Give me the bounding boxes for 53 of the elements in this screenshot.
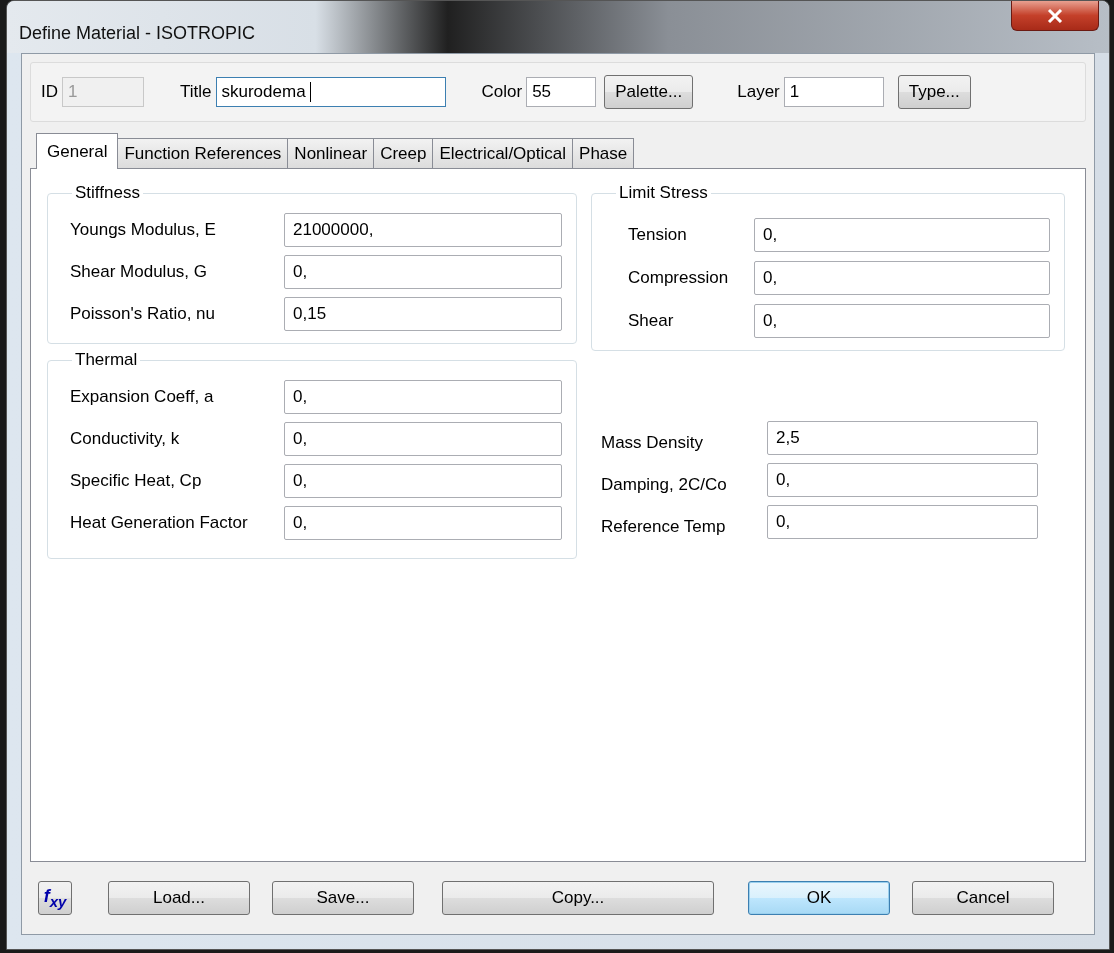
group-label: Stiffness: [74, 183, 141, 203]
field-label: Shear Modulus, G: [70, 262, 208, 282]
input-field[interactable]: 0,: [754, 304, 1050, 338]
field-label: Heat Generation Factor: [70, 513, 249, 533]
tab[interactable]: Nonlinear: [287, 138, 375, 168]
group-label: Limit Stress: [618, 183, 709, 203]
field-label: Tension: [627, 225, 688, 245]
field-label: Specific Heat, Cp: [70, 471, 203, 491]
input-field[interactable]: 0,: [754, 218, 1050, 252]
input-field[interactable]: 55: [526, 77, 597, 107]
field-label: ID: [41, 82, 58, 102]
field-label: Layer: [737, 82, 780, 102]
field-label: Mass Density: [601, 432, 705, 453]
input-field[interactable]: 1: [783, 77, 884, 107]
group-label: Thermal: [74, 350, 139, 370]
input-field[interactable]: 0,: [284, 464, 562, 498]
tab[interactable]: Function References: [117, 138, 289, 168]
tab[interactable]: Phase: [572, 138, 635, 168]
dialog-button[interactable]: Save...: [272, 881, 414, 915]
dialog-button[interactable]: Load...: [108, 881, 250, 915]
field-label: Poisson's Ratio, nu: [70, 304, 216, 324]
field-label: Compression: [627, 268, 730, 288]
header-button[interactable]: Palette...: [604, 75, 694, 109]
function-button[interactable]: f$_{xy}$: [38, 881, 72, 915]
input-field[interactable]: 0,15: [284, 297, 562, 331]
input-field[interactable]: 0,: [284, 506, 562, 540]
input-field[interactable]: 0,: [767, 505, 1038, 539]
field-label: Color: [481, 82, 523, 102]
input-field[interactable]: 21000000,: [284, 213, 562, 247]
field-label: Shear: [627, 311, 675, 331]
field-label: Conductivity, k: [70, 429, 181, 449]
dialog-button[interactable]: Copy...: [442, 881, 714, 915]
tab[interactable]: Creep: [373, 138, 434, 168]
dialog-button[interactable]: OK: [748, 881, 890, 915]
input-field[interactable]: 0,: [284, 255, 562, 289]
field-label: Expansion Coeff, a: [70, 387, 215, 407]
field-label: Title: [180, 82, 212, 102]
input-field[interactable]: 0,: [767, 463, 1038, 497]
tab[interactable]: Electrical/Optical: [432, 138, 574, 168]
field-label: Damping, 2C/Co: [601, 474, 728, 495]
field-label: Reference Temp: [601, 516, 727, 537]
input-field[interactable]: 0,: [754, 261, 1050, 295]
close-button[interactable]: [1011, 1, 1099, 31]
input-field[interactable]: 2,5: [767, 421, 1038, 455]
dialog-button[interactable]: Cancel: [912, 881, 1054, 915]
close-icon: [1047, 8, 1063, 23]
input-field[interactable]: 0,: [284, 380, 562, 414]
field-label: Youngs Modulus, E: [70, 220, 217, 240]
header-button[interactable]: Type...: [897, 75, 971, 109]
input-field[interactable]: skurodema: [215, 77, 446, 107]
tab[interactable]: General: [36, 133, 119, 169]
window-title: Define Material - ISOTROPIC: [19, 23, 256, 44]
input-field[interactable]: 0,: [284, 422, 562, 456]
